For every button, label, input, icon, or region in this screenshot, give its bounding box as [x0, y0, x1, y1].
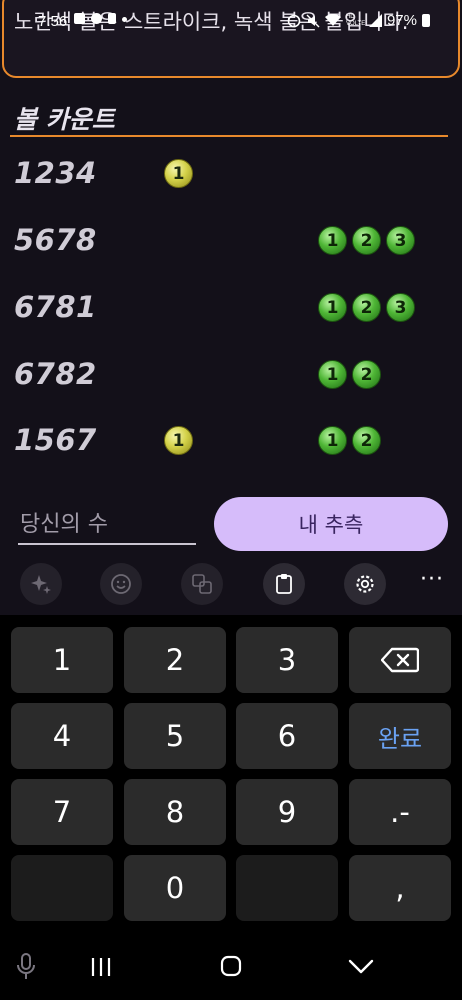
- guess-row: 6782 1 2: [14, 357, 444, 397]
- battery-percent: 97%: [386, 12, 417, 29]
- key-1[interactable]: 1: [11, 627, 113, 693]
- home-icon[interactable]: [220, 955, 242, 977]
- navigation-bar: [0, 935, 462, 1000]
- sparkle-icon[interactable]: [20, 563, 62, 605]
- ball-ball: 1: [318, 426, 347, 455]
- guess-row: 5678 1 2 3: [14, 223, 444, 263]
- gallery-icon: [74, 13, 85, 24]
- more-notifications-icon: [122, 17, 127, 22]
- key-0[interactable]: 0: [124, 855, 226, 921]
- status-time: 7:56: [38, 13, 68, 30]
- key-3[interactable]: 3: [236, 627, 338, 693]
- guess-input[interactable]: [18, 505, 196, 545]
- guess-number: 1567: [14, 423, 97, 457]
- ball-ball: 2: [352, 226, 381, 255]
- guess-number: 5678: [14, 223, 97, 257]
- signal-icon: [368, 14, 382, 27]
- ball-ball: 2: [352, 426, 381, 455]
- clipboard-icon[interactable]: [263, 563, 305, 605]
- ball-ball: 1: [318, 226, 347, 255]
- guess-number: 6782: [14, 357, 97, 391]
- blank-key-right: [236, 855, 338, 921]
- microphone-icon[interactable]: [16, 953, 36, 981]
- ball-ball: 3: [386, 293, 415, 322]
- ball-ball: 3: [386, 226, 415, 255]
- keyboard-toolbar: ···: [0, 553, 462, 615]
- recent-apps-icon[interactable]: [90, 957, 112, 977]
- status-notification-icons: [74, 13, 127, 24]
- guess-row: 1234 1: [14, 156, 444, 196]
- backspace-key[interactable]: [349, 627, 451, 693]
- numeric-keyboard: ··· 1 2 3 4 5 6 완료 7 8 9 .- 0 ,: [0, 553, 462, 1000]
- gear-icon[interactable]: [344, 563, 386, 605]
- key-9[interactable]: 9: [236, 779, 338, 845]
- signal-text: HD VOLTE: [345, 13, 366, 27]
- ball-ball: 2: [352, 360, 381, 389]
- dot-dash-key[interactable]: .-: [349, 779, 451, 845]
- done-key[interactable]: 완료: [349, 703, 451, 769]
- more-icon[interactable]: ···: [420, 567, 444, 592]
- key-8[interactable]: 8: [124, 779, 226, 845]
- translate-icon[interactable]: [181, 563, 223, 605]
- guess-row: 1567 1 1 2: [14, 423, 444, 463]
- wifi-icon: [324, 14, 341, 26]
- section-divider: [10, 135, 448, 137]
- ball-ball: 1: [318, 360, 347, 389]
- key-5[interactable]: 5: [124, 703, 226, 769]
- strike-ball: 1: [164, 159, 193, 188]
- guess-number: 1234: [14, 156, 97, 190]
- key-6[interactable]: 6: [236, 703, 338, 769]
- strike-ball: 1: [164, 426, 193, 455]
- youtube-icon: [91, 13, 102, 24]
- hide-keyboard-icon[interactable]: [348, 959, 374, 975]
- guess-number: 6781: [14, 290, 97, 324]
- blank-key-left: [11, 855, 113, 921]
- guess-row: 6781 1 2 3: [14, 290, 444, 330]
- key-7[interactable]: 7: [11, 779, 113, 845]
- submit-guess-button[interactable]: 내 추측: [214, 497, 448, 551]
- note-icon: [108, 13, 116, 24]
- alarm-icon: [287, 14, 301, 27]
- section-title: 볼 카운트: [14, 105, 115, 134]
- key-4[interactable]: 4: [11, 703, 113, 769]
- emoji-icon[interactable]: [100, 563, 142, 605]
- ball-ball: 1: [318, 293, 347, 322]
- ball-ball: 2: [352, 293, 381, 322]
- status-right: HD VOLTE 97%: [287, 12, 430, 29]
- battery-icon: [422, 14, 430, 27]
- backspace-icon: [381, 647, 419, 673]
- comma-key[interactable]: ,: [349, 855, 451, 921]
- mute-icon: [306, 14, 320, 27]
- key-2[interactable]: 2: [124, 627, 226, 693]
- status-bar: 7:56 HD VOLTE 97%: [0, 0, 462, 42]
